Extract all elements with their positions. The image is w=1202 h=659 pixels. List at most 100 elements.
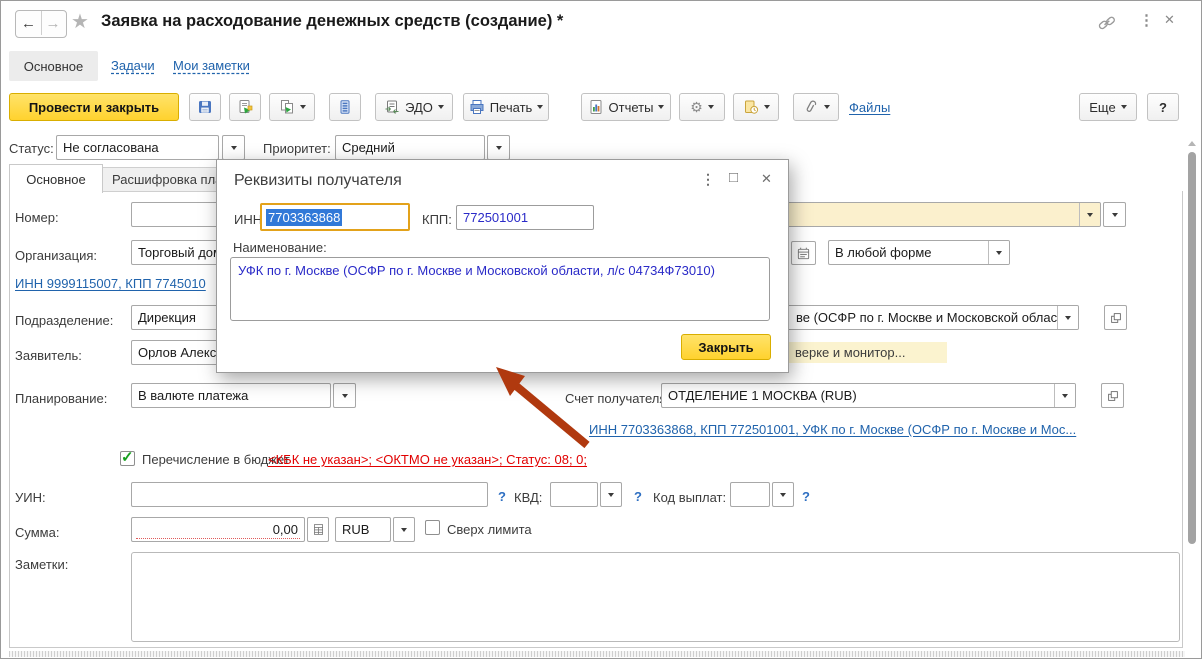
planning-label: Планирование:	[15, 391, 108, 406]
recipient-dropdown[interactable]	[1057, 306, 1078, 329]
list-structure-icon	[337, 99, 353, 115]
amount-field[interactable]: 0,00	[131, 517, 305, 542]
over-limit-label: Сверх лимита	[447, 522, 532, 537]
post-document-button[interactable]	[229, 93, 261, 121]
recipient-open-button[interactable]	[1104, 305, 1127, 330]
planning-value: В валюте платежа	[138, 388, 249, 403]
dialog-close-button[interactable]: Закрыть	[681, 334, 771, 360]
payout-code-help[interactable]: ?	[802, 489, 810, 504]
status-dropdown-button[interactable]	[222, 135, 245, 160]
dialog-menu-kebab-icon[interactable]: ⋮	[701, 171, 715, 188]
document-timer-button[interactable]	[733, 93, 779, 121]
budget-warning-link[interactable]: <КБК не указан>; <ОКТМО не указан>; Стат…	[268, 452, 587, 467]
section-tab-main-label: Основное	[23, 58, 84, 74]
inn-value-selected: 7703363868	[266, 208, 343, 226]
check-icon: ✓	[121, 449, 134, 466]
more-label: Еще	[1089, 99, 1116, 115]
department-value: Дирекция	[138, 310, 196, 325]
name-textarea[interactable]: УФК по г. Москве (ОСФР по г. Москве и Мо…	[230, 257, 770, 321]
section-tab-tasks[interactable]: Задачи	[111, 58, 155, 73]
recipient-account-dropdown[interactable]	[1054, 384, 1075, 407]
payout-code-label: Код выплат:	[653, 490, 727, 505]
planning-dropdown-button[interactable]	[333, 383, 356, 408]
priority-field[interactable]: Средний	[335, 135, 485, 160]
edo-button[interactable]: ЭДО	[375, 93, 453, 121]
help-button[interactable]: ?	[1147, 93, 1179, 121]
scroll-up-arrow[interactable]	[1188, 141, 1196, 146]
payout-code-dropdown-button[interactable]	[772, 482, 794, 507]
edo-exchange-icon	[384, 99, 400, 115]
currency-field[interactable]: RUB	[335, 517, 391, 542]
notes-textarea[interactable]	[131, 552, 1180, 642]
payment-form-dropdown[interactable]	[988, 241, 1009, 264]
dialog-close-button-label: Закрыть	[698, 339, 754, 355]
kvd-field[interactable]	[550, 482, 598, 507]
status-field[interactable]: Не согласована	[56, 135, 219, 160]
budget-transfer-checkbox[interactable]: ✓	[120, 449, 135, 466]
subordination-structure-button[interactable]	[329, 93, 361, 121]
vertical-scrollbar-thumb[interactable]	[1188, 152, 1196, 544]
reports-label: Отчеты	[608, 99, 654, 115]
more-button[interactable]: Еще	[1079, 93, 1137, 121]
back-icon: ←	[21, 14, 36, 32]
number-label: Номер:	[15, 210, 59, 225]
dialog-close-icon[interactable]: ✕	[761, 171, 772, 187]
organization-label: Организация:	[15, 248, 98, 263]
document-timer-dropdown-arrow	[763, 105, 770, 109]
recipient-account-field[interactable]: ОТДЕЛЕНИЕ 1 МОСКВА (RUB)	[661, 383, 1076, 408]
window-close-icon[interactable]: ✕	[1164, 12, 1175, 28]
kvd-help[interactable]: ?	[634, 489, 642, 504]
edo-dropdown-arrow	[437, 105, 444, 109]
horizontal-scrollbar[interactable]	[9, 651, 1185, 657]
payment-form-field[interactable]: В любой форме	[828, 240, 1010, 265]
window-menu-kebab-icon[interactable]: ⋮	[1139, 11, 1154, 29]
inn-input[interactable]: 7703363868	[260, 203, 410, 231]
files-link[interactable]: Файлы	[849, 100, 890, 115]
forward-button[interactable]: →	[41, 11, 65, 35]
recipient-account-open-button[interactable]	[1101, 383, 1124, 408]
dialog-maximize-icon[interactable]: □	[729, 169, 738, 186]
create-based-on-dropdown-arrow	[299, 105, 306, 109]
recipient-inn-link[interactable]: ИНН 7703363868, КПП 772501001, УФК по г.…	[589, 422, 1076, 437]
over-limit-checkbox[interactable]	[425, 520, 440, 535]
print-button[interactable]: Печать	[463, 93, 549, 121]
planning-field[interactable]: В валюте платежа	[131, 383, 331, 408]
kpp-input[interactable]: 772501001	[456, 205, 594, 230]
date-calendar-button[interactable]	[791, 241, 816, 265]
vertical-scrollbar[interactable]	[1185, 139, 1199, 649]
kpp-value: 772501001	[463, 210, 529, 225]
attachments-button[interactable]	[793, 93, 839, 121]
post-and-close-label: Провести и закрыть	[28, 99, 160, 115]
status-label: Статус:	[9, 141, 54, 156]
app-window: ← → ★ Заявка на расходование денежных ср…	[0, 0, 1202, 659]
section-tab-notes[interactable]: Мои заметки	[173, 58, 250, 73]
currency-value: RUB	[342, 522, 370, 537]
favorite-star-icon[interactable]: ★	[71, 9, 89, 34]
organization-inn-link[interactable]: ИНН 9999115007, КПП 7745010	[15, 276, 206, 291]
payout-code-field[interactable]	[730, 482, 770, 507]
form-tab-main[interactable]: Основное	[9, 164, 103, 193]
report-chart-icon	[588, 99, 604, 115]
kvd-dropdown-button[interactable]	[600, 482, 622, 507]
operation-type-dropdown[interactable]	[1079, 203, 1100, 226]
operation-type-dropdown-button[interactable]	[1103, 202, 1126, 227]
gear-icon: ⚙	[690, 98, 703, 115]
post-and-close-button[interactable]: Провести и закрыть	[9, 93, 179, 121]
uin-help[interactable]: ?	[498, 489, 506, 504]
uin-field[interactable]	[131, 482, 488, 507]
save-button[interactable]	[189, 93, 221, 121]
help-label: ?	[1159, 99, 1167, 115]
settings-gear-button[interactable]: ⚙	[679, 93, 725, 121]
back-button[interactable]: ←	[16, 11, 42, 35]
create-based-on-button[interactable]	[269, 93, 315, 121]
reports-button[interactable]: Отчеты	[581, 93, 671, 121]
amount-calculator-button[interactable]	[307, 517, 329, 542]
attachments-dropdown-arrow	[823, 105, 830, 109]
section-tab-main[interactable]: Основное	[9, 51, 98, 81]
monitoring-note-text: верке и монитор...	[795, 345, 906, 360]
priority-dropdown-button[interactable]	[487, 135, 510, 160]
get-link-icon[interactable]	[1097, 13, 1117, 33]
currency-dropdown-button[interactable]	[393, 517, 415, 542]
recipient-field[interactable]: ве (ОСФР по г. Москве и Московской облас	[771, 305, 1079, 330]
form-tab-payment-breakdown[interactable]: Расшифровка платежа	[101, 167, 231, 192]
